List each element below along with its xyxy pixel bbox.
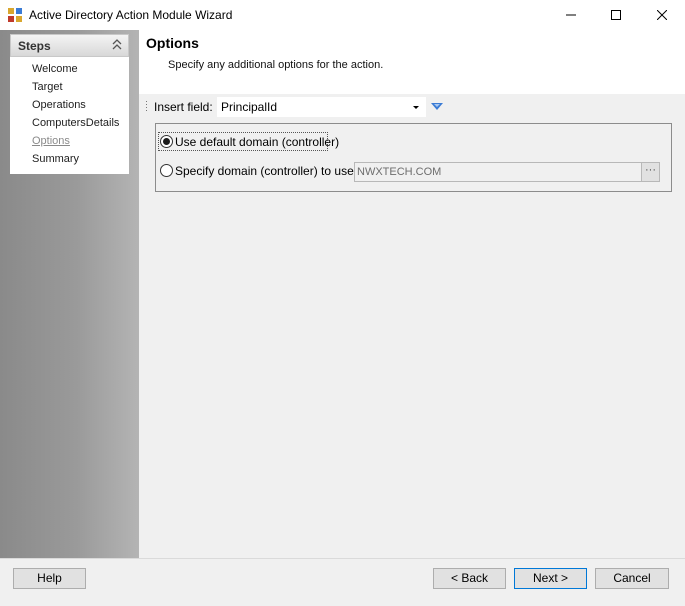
default-domain-label[interactable]: Use default domain (controller): [175, 135, 339, 149]
insert-arrow-icon: [431, 103, 443, 110]
title-bar: Active Directory Action Module Wizard: [0, 0, 685, 30]
maximize-button[interactable]: [593, 0, 639, 30]
help-button[interactable]: Help: [13, 568, 86, 589]
insert-field-button[interactable]: [430, 101, 444, 113]
step-target[interactable]: Target: [32, 81, 63, 93]
insert-field-value: PrincipalId: [221, 100, 278, 114]
minimize-icon: [566, 14, 576, 16]
app-icon: [8, 8, 22, 22]
insert-field-dropdown[interactable]: PrincipalId: [217, 97, 426, 117]
close-button[interactable]: [639, 0, 685, 30]
step-welcome[interactable]: Welcome: [32, 63, 78, 75]
dropdown-arrow-icon: [412, 101, 420, 111]
minimize-button[interactable]: [548, 0, 594, 30]
step-options[interactable]: Options: [32, 135, 70, 147]
window-title: Active Directory Action Module Wizard: [29, 8, 233, 22]
next-button[interactable]: Next >: [514, 568, 587, 589]
specify-domain-label[interactable]: Specify domain (controller) to use:: [175, 164, 357, 178]
insert-field-label: Insert field:: [154, 100, 213, 114]
maximize-icon: [611, 10, 621, 20]
steps-title: Steps: [18, 39, 51, 53]
page-subtitle: Specify any additional options for the a…: [168, 59, 384, 71]
back-button[interactable]: < Back: [433, 568, 506, 589]
browse-domain-button[interactable]: ···: [641, 163, 659, 181]
close-icon: [657, 10, 667, 20]
toolstrip-grip-icon[interactable]: [145, 100, 148, 114]
page-title: Options: [146, 35, 199, 51]
radio-selected-dot: [163, 138, 170, 145]
step-computersdetails[interactable]: ComputersDetails: [32, 117, 119, 129]
domain-input[interactable]: NWXTECH.COM ···: [354, 162, 660, 182]
steps-header[interactable]: Steps: [10, 34, 129, 57]
collapse-chevron-icon[interactable]: [112, 39, 122, 51]
step-operations[interactable]: Operations: [32, 99, 86, 111]
default-domain-radio[interactable]: [160, 135, 173, 148]
specify-domain-radio[interactable]: [160, 164, 173, 177]
domain-value: NWXTECH.COM: [357, 166, 442, 178]
cancel-button[interactable]: Cancel: [595, 568, 669, 589]
step-summary[interactable]: Summary: [32, 153, 79, 165]
